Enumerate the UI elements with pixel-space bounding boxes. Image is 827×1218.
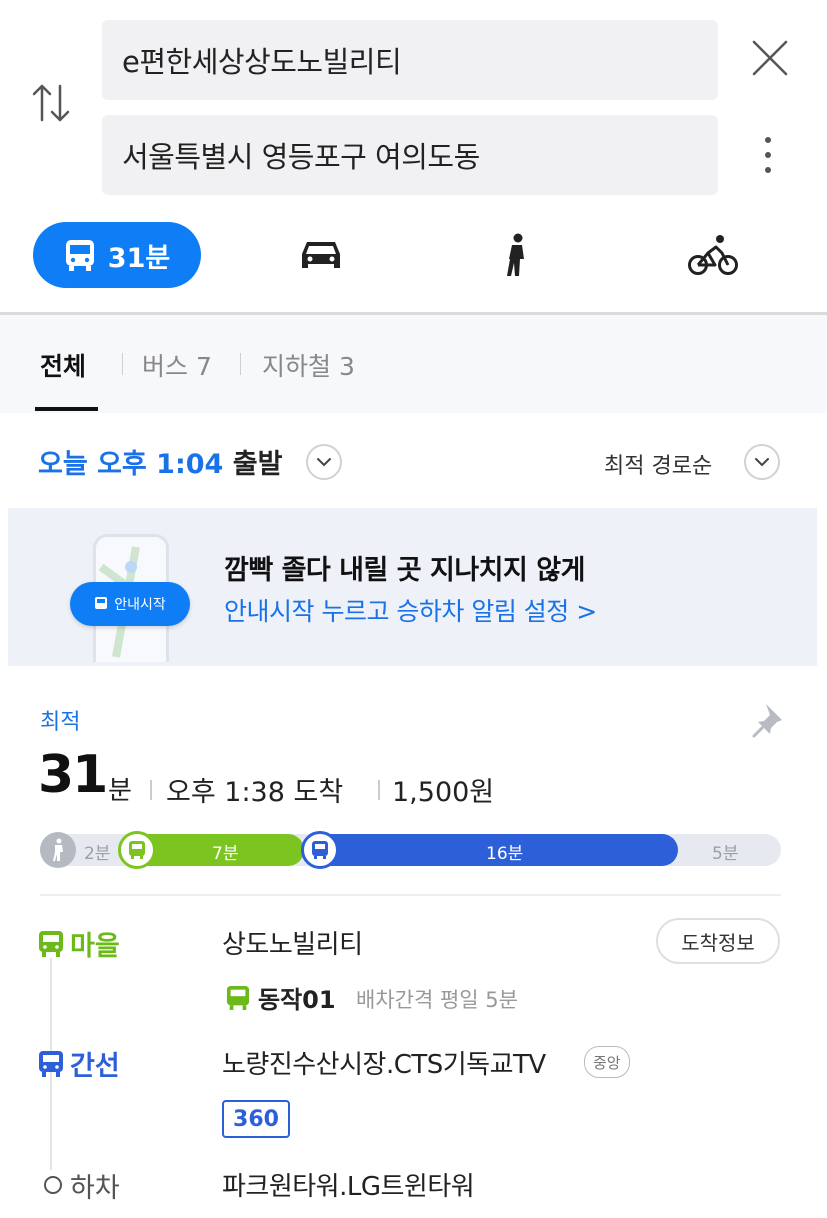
total-minutes-unit: 분 [108,776,132,806]
mode-tab-walk[interactable] [492,230,542,280]
leg-type-village-label: 마을 [70,931,120,962]
village-boarding-stop[interactable]: 상도노빌리티 [222,924,363,961]
summary-separator [378,780,380,800]
leg-type-trunk: 간선 [38,1044,120,1083]
mode-bus-label: 31분 [107,242,171,274]
filter-tab-bus[interactable]: 버스 7 [142,347,212,383]
segment-label-walk-end: 5분 [712,844,739,864]
start-guidance-pill: 안내시작 [70,582,190,626]
walk-icon [507,233,524,276]
mode-tab-car[interactable] [296,230,346,280]
village-bus-segment-icon [118,831,156,869]
tab-separator [240,353,241,375]
walk-segment-icon [40,832,76,868]
close-icon[interactable] [750,38,790,78]
trunk-bus-segment-icon [301,831,339,869]
banner-link[interactable]: 안내시작 누르고 승하차 알림 설정 > [224,592,597,628]
alight-dot-icon [44,1176,62,1194]
active-tab-underline [35,407,98,411]
car-icon [302,242,340,268]
bus-number-badge[interactable]: 360 [222,1100,290,1138]
fare: 1,500원 [392,777,495,808]
bus-icon [39,930,63,957]
bike-icon [688,235,738,275]
pin-icon[interactable] [752,700,786,738]
total-minutes: 31 [38,745,108,805]
route-best-tag: 최적 [40,710,81,735]
origin-text: e편한세상상도노빌리티 [122,45,402,79]
mode-tab-bike[interactable] [688,230,738,280]
village-route-number[interactable]: 동작01 [226,980,336,1015]
arrival-time: 오후 1:38 도착 [166,777,344,808]
village-route-number-label: 동작01 [258,986,336,1014]
swap-icon[interactable] [30,80,74,126]
bus-icon [226,985,250,1010]
segment-label-village-bus: 7분 [212,844,239,864]
leg-type-trunk-label: 간선 [70,1051,120,1082]
bus-icon [65,240,94,271]
start-guidance-pill-label: 안내시작 [114,597,166,613]
arrival-info-button[interactable]: 도착정보 [656,918,780,964]
segment-label-trunk-bus: 16분 [486,844,524,864]
origin-input[interactable]: e편한세상상도노빌리티 [102,20,718,100]
direction-badge: 중앙 [584,1046,630,1078]
leg-type-village: 마을 [38,924,120,963]
sort-label[interactable]: 최적 경로순 [604,448,712,480]
departure-dropdown-icon[interactable] [306,444,342,480]
departure-time[interactable]: 오늘 오후 1:04 출발 [38,442,282,481]
destination-text: 서울특별시 영등포구 여의도동 [122,140,480,174]
alight-label: 하차 [70,1173,120,1204]
headway-interval: 배차간격 평일 5분 [356,988,518,1012]
banner-headline: 깜빡 졸다 내릴 곳 지나치지 않게 [224,555,585,586]
trunk-boarding-stop[interactable]: 노량진수산시장.CTS기독교TV [222,1044,546,1081]
destination-input[interactable]: 서울특별시 영등포구 여의도동 [102,115,718,195]
filter-tab-subway[interactable]: 지하철 3 [262,347,355,383]
section-divider [40,894,781,896]
summary-separator [150,780,152,800]
alight-stop[interactable]: 파크원타워.LG트윈타워 [222,1166,475,1203]
departure-time-value: 오늘 오후 1:04 [38,449,224,480]
tab-separator [122,353,123,375]
filter-tab-all[interactable]: 전체 [40,347,86,383]
bus-icon [39,1050,63,1077]
departure-suffix: 출발 [232,449,283,480]
segment-label-walk-start: 2분 [84,844,111,864]
mode-tab-bus[interactable]: 31분 [33,222,201,288]
filter-bar [0,315,827,413]
sort-dropdown-icon[interactable] [744,444,780,480]
more-vertical-icon[interactable] [756,134,780,178]
bus-icon [95,597,108,609]
